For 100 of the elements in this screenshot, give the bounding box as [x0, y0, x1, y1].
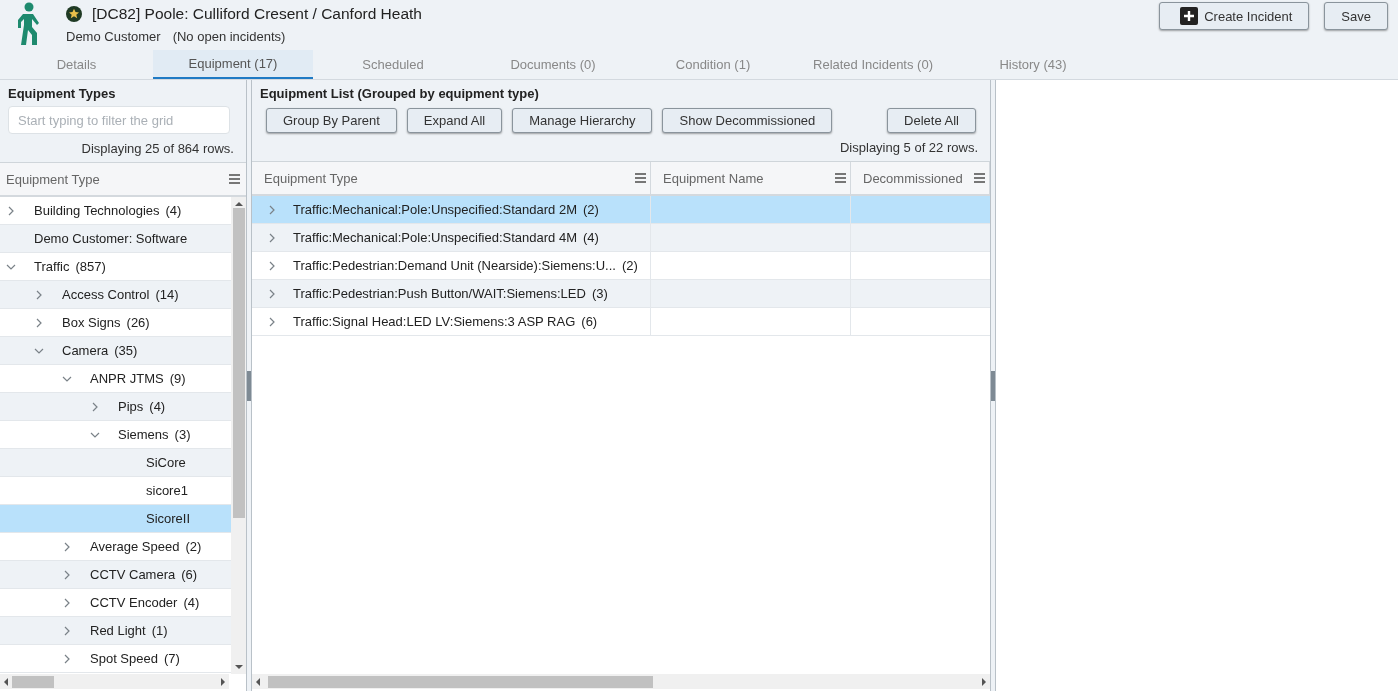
tree-label: Box Signs [62, 315, 121, 330]
tree-label: Traffic [34, 259, 70, 274]
tree-row[interactable]: Camera (35) [0, 337, 231, 365]
group-row[interactable]: Traffic:Mechanical:Pole:Unspecified:Standard 2M (2) [252, 196, 990, 224]
item-count: (2) [621, 258, 638, 273]
tree-label: Red Light [90, 623, 146, 638]
item-count: (3) [591, 286, 608, 301]
chevron-right-icon[interactable] [62, 597, 72, 608]
item-count: (6) [581, 314, 598, 329]
item-count: (7) [163, 651, 180, 666]
tree-row[interactable]: SicoreII [0, 505, 231, 533]
item-count: (2) [185, 539, 202, 554]
item-count: (6) [181, 567, 198, 582]
tree-row[interactable]: Demo Customer: Software [0, 225, 231, 253]
column-menu-icon[interactable] [229, 174, 240, 184]
equipment-type: Traffic:Pedestrian:Push Button/WAIT:Siemens:LED [293, 286, 586, 301]
column-menu-icon[interactable] [835, 173, 846, 183]
tree-label: Average Speed [90, 539, 180, 554]
tree-label: Demo Customer: Software [34, 231, 188, 246]
item-count: (857) [75, 259, 106, 274]
toolbar-button[interactable]: Group By Parent [266, 108, 397, 133]
item-count: (35) [114, 343, 138, 358]
chevron-right-icon[interactable] [267, 232, 277, 243]
page-title: [DC82] Poole: Culliford Cresent / Canford Heath [92, 5, 422, 23]
chevron-right-icon[interactable] [90, 401, 100, 412]
save-button[interactable]: Save [1324, 2, 1388, 30]
tree-row[interactable]: Access Control (14) [0, 281, 231, 309]
horizontal-scrollbar[interactable] [0, 674, 229, 689]
chevron-right-icon[interactable] [267, 288, 277, 299]
equipment-type: Traffic:Mechanical:Pole:Unspecified:Standard 2M [293, 202, 577, 217]
scrollbar-thumb[interactable] [12, 675, 54, 688]
tree-row[interactable]: Pips (4) [0, 393, 231, 421]
group-row[interactable]: Traffic:Signal Head:LED LV:Siemens:3 ASP RAG (6) [252, 308, 990, 336]
tree-label: Pips [118, 399, 144, 414]
chevron-right-icon[interactable] [34, 289, 44, 300]
row-count: Displaying 25 of 864 rows. [81, 141, 234, 157]
row-count: Displaying 5 of 22 rows. [840, 140, 978, 156]
panel-title: Equipment List (Grouped by equipment type) [260, 86, 540, 102]
equipment-type: Traffic:Mechanical:Pole:Unspecified:Standard 4M [293, 230, 577, 245]
tree-label: Siemens [118, 427, 169, 442]
item-count: (4) [149, 399, 166, 414]
chevron-right-icon[interactable] [62, 625, 72, 636]
toolbar-button[interactable]: Expand All [406, 108, 503, 133]
toolbar-button[interactable]: Show Decommissioned [662, 108, 833, 133]
item-count: (2) [583, 202, 599, 217]
tree-label: CCTV Camera [90, 567, 176, 582]
horizontal-scrollbar[interactable] [252, 674, 990, 689]
scrollbar-thumb[interactable] [232, 208, 245, 518]
item-count: (4) [183, 595, 200, 610]
scrollbar-thumb[interactable] [268, 675, 653, 688]
tree-label: Access Control [62, 287, 150, 302]
chevron-right-icon[interactable] [62, 569, 72, 580]
item-count: (4) [165, 203, 182, 218]
group-row[interactable]: Traffic:Pedestrian:Demand Unit (Nearside):Siemens:U... (2) [252, 252, 990, 280]
tree-label: Spot Speed [90, 651, 158, 666]
chevron-right-icon[interactable] [267, 260, 277, 271]
tree-label: CCTV Encoder [90, 595, 178, 610]
splitter-handle[interactable] [990, 80, 996, 691]
incident-status: (No open incidents) [172, 29, 286, 44]
item-count: (26) [126, 315, 150, 330]
splitter-handle[interactable] [246, 80, 252, 691]
star-icon [66, 6, 82, 22]
column-header[interactable]: Equipment Type [0, 163, 246, 197]
equipment-type: Traffic:Pedestrian:Demand Unit (Nearside):Siemens:U... [293, 258, 616, 273]
chevron-right-icon[interactable] [62, 653, 72, 664]
group-row[interactable]: Traffic:Mechanical:Pole:Unspecified:Standard 4M (4) [252, 224, 990, 252]
item-count: (3) [174, 427, 191, 442]
column-header[interactable]: Equipment Type [252, 162, 651, 194]
item-count: (4) [583, 230, 599, 245]
group-row[interactable]: Traffic:Pedestrian:Push Button/WAIT:Siemens:LED (3) [252, 280, 990, 308]
tab[interactable]: Equipment (17) [153, 50, 313, 79]
item-count: (14) [155, 287, 179, 302]
panel-title: Equipment Types [8, 86, 117, 102]
column-menu-icon[interactable] [974, 173, 985, 183]
delete-all-button[interactable]: Delete All [887, 108, 976, 133]
item-count: (1) [151, 623, 168, 638]
tree-label: ANPR JTMS [90, 371, 164, 386]
tree-row[interactable]: SiCore [0, 449, 231, 477]
item-count: (9) [169, 371, 186, 386]
column-menu-icon[interactable] [635, 173, 646, 183]
chevron-right-icon[interactable] [6, 205, 16, 216]
vertical-scrollbar[interactable] [231, 197, 246, 674]
tree-row[interactable]: Red Light (1) [0, 617, 231, 645]
tree-label: sicore1 [146, 483, 188, 498]
customer-name: Demo Customer [66, 29, 161, 44]
chevron-right-icon[interactable] [62, 541, 72, 552]
column-header[interactable]: Equipment Name [651, 162, 851, 194]
tree-label: Building Technologies [34, 203, 160, 218]
chevron-right-icon[interactable] [267, 316, 277, 327]
filter-field[interactable]: Start typing to filter the grid [8, 106, 230, 134]
equipment-type: Traffic:Signal Head:LED LV:Siemens:3 ASP RAG [293, 314, 576, 329]
plus-icon [1180, 7, 1199, 25]
tree-label: SicoreII [146, 511, 191, 526]
tree-row[interactable]: CCTV Camera (6) [0, 561, 231, 589]
chevron-right-icon[interactable] [267, 204, 277, 215]
tree-label: SiCore [146, 455, 186, 470]
chevron-right-icon[interactable] [34, 317, 44, 328]
toolbar-button[interactable]: Manage Hierarchy [512, 108, 653, 133]
tree-label: Camera [62, 343, 109, 358]
create-incident-button[interactable]: Create Incident [1159, 2, 1310, 30]
